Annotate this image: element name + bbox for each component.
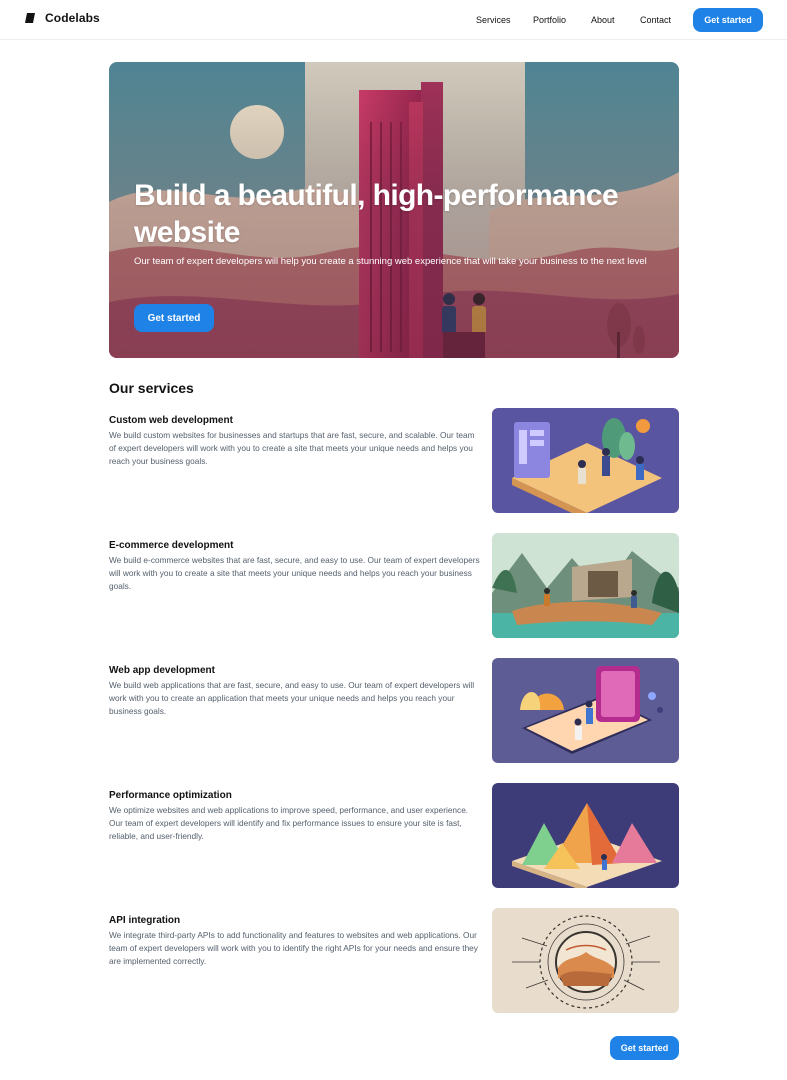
service-description: We integrate third-party APIs to add fun… — [109, 930, 478, 966]
hero-subtitle: Our team of expert developers will help … — [134, 256, 647, 267]
nav-link-services[interactable]: Services — [476, 14, 511, 26]
service-item-custom-web: Custom web development We build custom w… — [109, 408, 679, 519]
service-item-ecommerce: E-commerce development We build e-commer… — [109, 533, 679, 644]
service-image — [492, 658, 679, 763]
nav-link-about[interactable]: About — [591, 14, 615, 26]
site-header: Codelabs Services Portfolio About Contac… — [0, 0, 787, 40]
hero-get-started-button[interactable]: Get started — [134, 304, 214, 332]
service-title: API integration — [109, 915, 181, 926]
service-item-api: API integration We integrate third-party… — [109, 908, 679, 1019]
service-description: We optimize websites and web application… — [109, 805, 469, 841]
services-get-started-button[interactable]: Get started — [610, 1036, 679, 1060]
circuit-globe-illustration — [492, 908, 679, 1013]
service-image — [492, 408, 679, 513]
service-title: Performance optimization — [109, 790, 232, 801]
header-get-started-button[interactable]: Get started — [693, 8, 763, 32]
service-description: We build web applications that are fast,… — [109, 680, 475, 716]
service-description: We build e-commerce websites that are fa… — [109, 555, 480, 591]
service-title: Web app development — [109, 665, 215, 676]
service-image — [492, 533, 679, 638]
service-item-performance: Performance optimization We optimize web… — [109, 783, 679, 894]
service-description: We build custom websites for businesses … — [109, 430, 475, 466]
main-nav: Services Portfolio About Contact — [0, 14, 787, 28]
nav-link-contact[interactable]: Contact — [640, 14, 671, 26]
hero-title: Build a beautiful, high-performance webs… — [134, 179, 619, 249]
hero-banner: Build a beautiful, high-performance webs… — [109, 62, 679, 358]
services-heading: Our services — [109, 380, 194, 396]
isometric-workspace-illustration — [492, 408, 679, 513]
web-app-device-illustration — [492, 658, 679, 763]
riverside-landscape-illustration — [492, 533, 679, 638]
service-image — [492, 783, 679, 888]
service-item-web-app: Web app development We build web applica… — [109, 658, 679, 769]
service-title: E-commerce development — [109, 540, 234, 551]
nav-link-portfolio[interactable]: Portfolio — [533, 14, 566, 26]
service-title: Custom web development — [109, 415, 233, 426]
mountain-peaks-illustration — [492, 783, 679, 888]
service-image — [492, 908, 679, 1013]
